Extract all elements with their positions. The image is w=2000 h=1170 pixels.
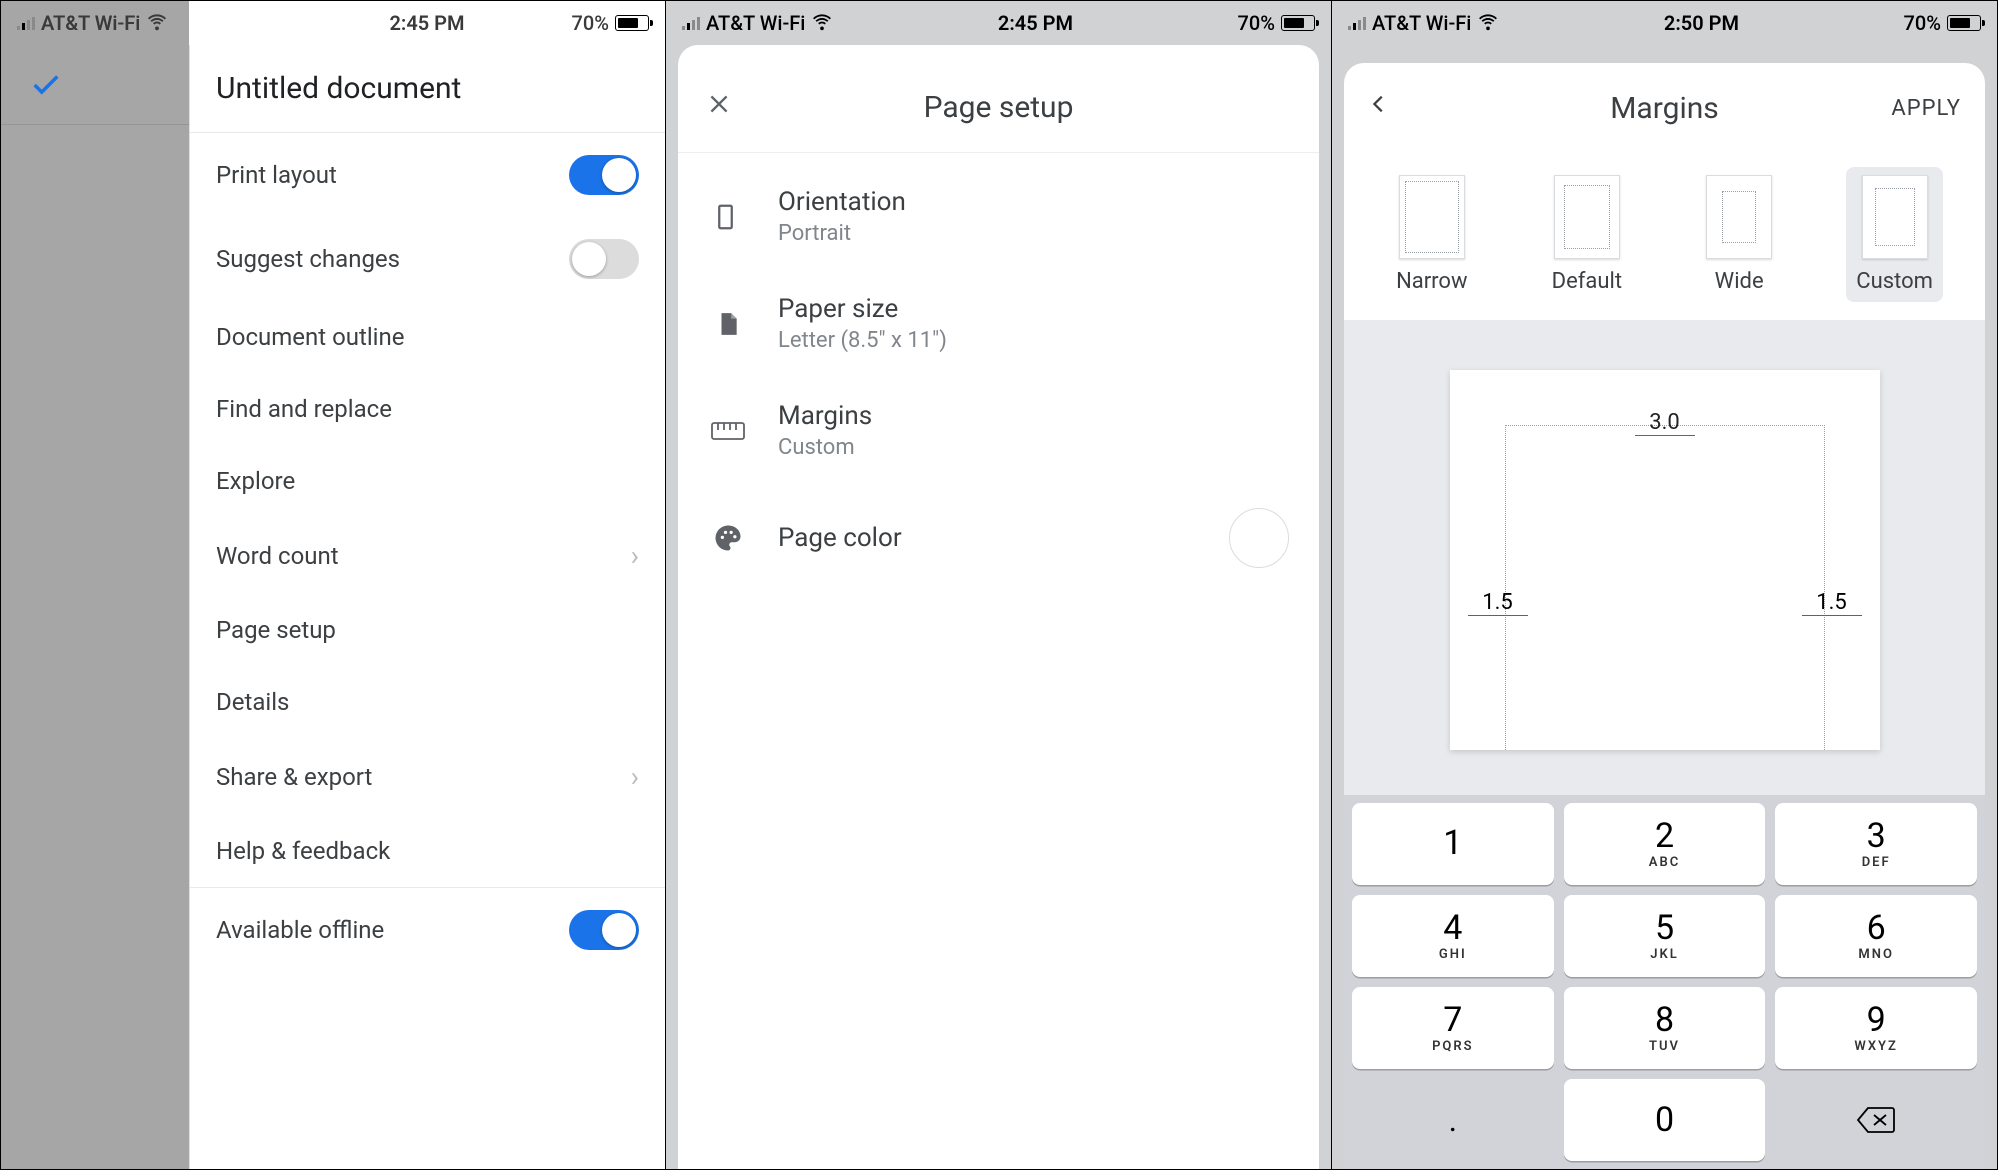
apply-button[interactable]: APPLY — [1891, 96, 1961, 121]
menu-find-replace[interactable]: Find and replace — [190, 373, 665, 445]
key-2[interactable]: 2ABC — [1564, 803, 1766, 885]
orientation-icon — [708, 202, 748, 232]
menu-document-outline[interactable]: Document outline — [190, 301, 665, 373]
orientation-value: Portrait — [778, 221, 1289, 246]
carrier-label: AT&T Wi-Fi — [1372, 11, 1471, 35]
preset-default[interactable]: Default — [1542, 167, 1632, 302]
preset-custom[interactable]: Custom — [1846, 167, 1943, 302]
screen-margins: AT&T Wi-Fi 2:50 PM 70% Margins APPLY Nar… — [1332, 0, 1998, 1170]
status-bar: AT&T Wi-Fi 2:45 PM 70% — [666, 1, 1331, 45]
menu-explore[interactable]: Explore — [190, 445, 665, 517]
page-icon — [708, 308, 748, 340]
status-time: 2:45 PM — [389, 11, 464, 35]
menu-share-export[interactable]: Share & export › — [190, 738, 665, 815]
margins-value: Custom — [778, 435, 1289, 460]
chevron-right-icon: › — [631, 539, 639, 572]
orientation-label: Orientation — [778, 187, 1289, 217]
document-menu-panel: Untitled document Print layout Suggest c… — [189, 45, 665, 1169]
row-page-color[interactable]: Page color — [678, 484, 1319, 592]
key-9[interactable]: 9WXYZ — [1775, 987, 1977, 1069]
dimmed-underlay[interactable] — [1, 45, 189, 1169]
signal-icon — [682, 16, 700, 30]
menu-available-offline[interactable]: Available offline — [190, 887, 665, 972]
key-3[interactable]: 3DEF — [1775, 803, 1977, 885]
margin-top-input[interactable] — [1635, 410, 1695, 436]
page-title: Margins — [1344, 91, 1985, 126]
key-backspace[interactable] — [1775, 1079, 1977, 1161]
battery-icon — [1947, 15, 1981, 31]
row-paper-size[interactable]: Paper size Letter (8.5" x 11") — [678, 270, 1319, 377]
key-7[interactable]: 7PQRS — [1352, 987, 1554, 1069]
ruler-icon — [708, 421, 748, 441]
palette-icon — [708, 523, 748, 553]
key-4[interactable]: 4GHI — [1352, 895, 1554, 977]
menu-details[interactable]: Details — [190, 666, 665, 738]
menu-page-setup[interactable]: Page setup — [190, 594, 665, 666]
page-color-label: Page color — [778, 523, 1199, 553]
row-orientation[interactable]: Orientation Portrait — [678, 163, 1319, 270]
screen-document-menu: AT&T Wi-Fi 70% 2:45 PM 70% AT&T Wi-Fi — [0, 0, 666, 1170]
status-bar: AT&T Wi-Fi 2:50 PM 70% — [1332, 1, 1997, 45]
key-1[interactable]: 1 — [1352, 803, 1554, 885]
battery-pct: 70% — [1904, 11, 1941, 35]
menu-print-layout[interactable]: Print layout — [190, 133, 665, 217]
paper-size-value: Letter (8.5" x 11") — [778, 328, 1289, 353]
status-time: 2:45 PM — [998, 11, 1073, 35]
margin-preview — [1344, 320, 1985, 795]
battery-pct: 70% — [1238, 11, 1275, 35]
menu-word-count[interactable]: Word count › — [190, 517, 665, 594]
key-6[interactable]: 6MNO — [1775, 895, 1977, 977]
margin-right-input[interactable] — [1802, 590, 1862, 616]
document-title: Untitled document — [190, 45, 665, 133]
status-time: 2:50 PM — [1664, 11, 1739, 35]
key-8[interactable]: 8TUV — [1564, 987, 1766, 1069]
paper-size-label: Paper size — [778, 294, 1289, 324]
toggle-available-offline[interactable] — [569, 910, 639, 950]
preset-wide[interactable]: Wide — [1696, 167, 1782, 302]
status-bar: AT&T Wi-Fi 70% 2:45 PM 70% AT&T Wi-Fi — [1, 1, 665, 45]
key-5[interactable]: 5JKL — [1564, 895, 1766, 977]
toggle-print-layout[interactable] — [569, 155, 639, 195]
battery-icon — [1281, 15, 1315, 31]
chevron-right-icon: › — [631, 760, 639, 793]
wifi-icon — [1477, 10, 1499, 37]
row-margins[interactable]: Margins Custom — [678, 377, 1319, 484]
menu-help-feedback[interactable]: Help & feedback — [190, 815, 665, 887]
key-0[interactable]: 0 — [1564, 1079, 1766, 1161]
margins-label: Margins — [778, 401, 1289, 431]
margin-presets: Narrow Default Wide Custom — [1344, 153, 1985, 320]
key-dot[interactable]: . — [1352, 1079, 1554, 1161]
preset-narrow[interactable]: Narrow — [1386, 167, 1477, 302]
margin-left-input[interactable] — [1468, 590, 1528, 616]
wifi-icon — [811, 10, 833, 37]
page-color-swatch[interactable] — [1229, 508, 1289, 568]
carrier-label: AT&T Wi-Fi — [706, 11, 805, 35]
screen-page-setup: AT&T Wi-Fi 2:45 PM 70% Page setup Orien — [666, 0, 1332, 1170]
menu-suggest-changes[interactable]: Suggest changes — [190, 217, 665, 301]
close-button[interactable] — [706, 90, 732, 125]
toggle-suggest-changes[interactable] — [569, 239, 639, 279]
signal-icon — [1348, 16, 1366, 30]
page-title: Page setup — [678, 90, 1319, 125]
numeric-keypad: 1 2ABC 3DEF 4GHI 5JKL 6MNO 7PQRS 8TUV 9W… — [1344, 795, 1985, 1169]
done-check-button[interactable] — [1, 45, 189, 125]
